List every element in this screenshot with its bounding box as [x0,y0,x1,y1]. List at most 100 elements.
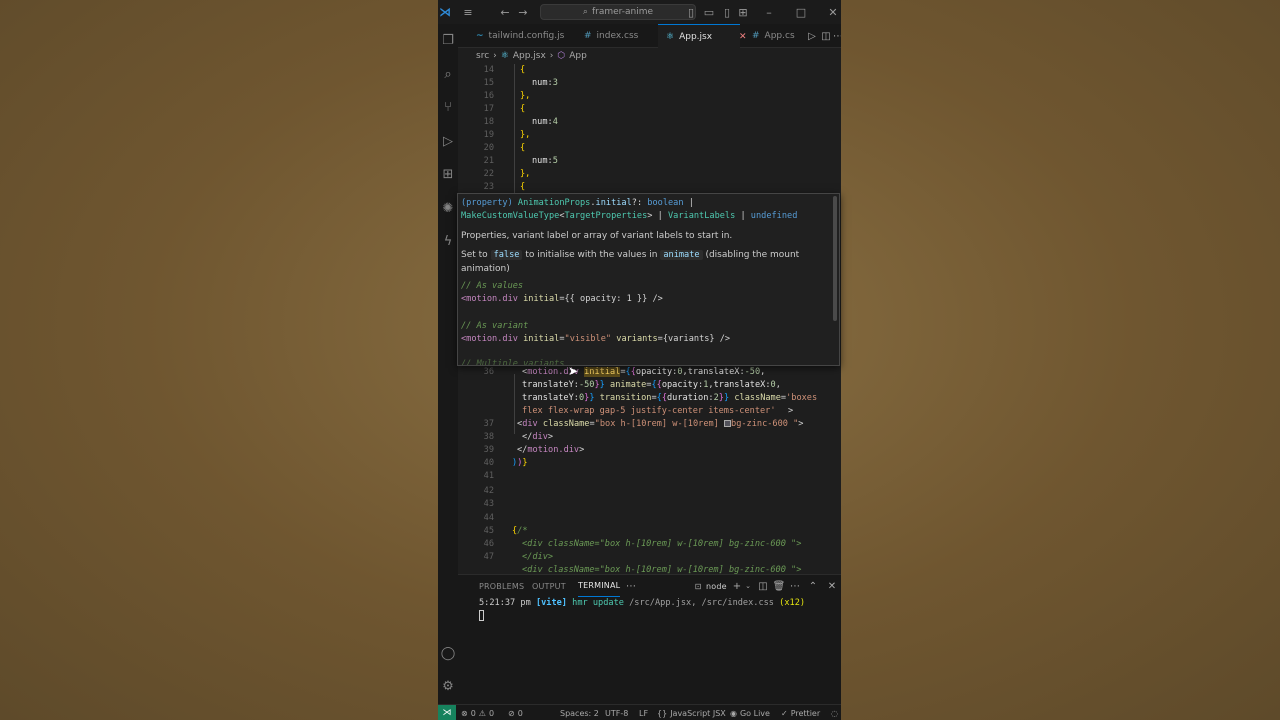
signature-token: > | [647,211,668,221]
more-panel-tabs-icon[interactable]: ⋯ [624,575,638,597]
minimize-icon[interactable]: – [762,0,776,24]
code-line: flex flex-wrap gap-5 justify-center item… [522,406,794,416]
line-number: 15 [483,78,494,88]
tab-app-css[interactable]: # App.cs [744,24,802,48]
chatgpt-icon[interactable]: ✺ [438,198,458,218]
settings-gear-icon[interactable]: ⚙ [438,676,458,696]
ports-count: 0 [517,708,523,718]
error-count: 0 [470,708,476,718]
hover-text: to initialise with the values in [525,250,658,260]
extensions-icon[interactable]: ⊞ [438,164,458,184]
terminal-message: hmr update [572,598,624,608]
line-number: 14 [483,65,494,75]
encoding-status[interactable]: UTF-8 [605,705,628,720]
line-number: 42 [483,486,494,496]
inline-code: animate [660,250,703,260]
editor-tabs: ~ tailwind.config.js # index.css ⚛ App.j… [458,24,841,48]
hover-scrollbar[interactable] [833,196,837,321]
line-number: 36 [483,367,494,377]
ports-icon: ⊘ [508,708,515,718]
ports-status[interactable]: ⊘ 0 [508,705,523,720]
line-number: 47 [483,552,494,562]
forward-arrow-icon[interactable]: → [516,0,530,24]
code-line: 39 </motion.div> [458,444,841,457]
breadcrumb: src › ⚛ App.jsx › ⬡ App [458,48,841,64]
explorer-icon[interactable]: ❐ [438,30,458,50]
tab-problems[interactable]: PROBLEMS [479,575,524,597]
signature-token: | [683,198,694,208]
line-number: 45 [483,526,494,536]
code-token: ={{ opacity: 1 }} /> [559,294,663,304]
error-icon: ⊗ [461,708,468,718]
code-line: 47 </div> [458,551,841,564]
language-mode-status[interactable]: {} JavaScript JSX [657,705,726,720]
notifications-bell-icon[interactable]: ◌ [831,705,838,720]
code-line: 43 [458,498,841,511]
code-line: 18 num:4 [458,116,841,129]
terminal-files: /src/App.jsx, /src/index.css [629,598,774,608]
react-file-icon: ⚛ [500,51,509,61]
back-arrow-icon[interactable]: ← [498,0,512,24]
maximize-icon[interactable]: □ [794,0,808,24]
split-terminal-icon[interactable]: ◫ [756,575,770,597]
symbol-icon: ⬡ [557,51,566,61]
command-center-search[interactable]: ⌕ framer-anime [540,4,696,20]
eol-status[interactable]: LF [639,705,648,720]
maximize-panel-icon[interactable]: ⌃ [806,575,820,597]
tab-label: App.cs [764,31,795,41]
code-token: variants [611,334,658,344]
code-line: 21 num:5 [458,155,841,168]
line-number: 18 [483,117,494,127]
remote-explorer-icon[interactable]: ϟ [438,231,458,251]
code-line: 45 {/* [458,525,841,538]
account-icon[interactable]: ◯ [438,643,458,663]
tab-terminal[interactable]: TERMINAL [578,575,621,597]
breadcrumb-symbol[interactable]: App [569,51,587,61]
code-line: <div className="box h-[10rem] w-[10rem] … [522,565,802,574]
terminal-time: 5:21:37 pm [479,598,531,608]
close-window-icon[interactable]: ✕ [826,0,840,24]
remote-indicator-icon[interactable]: ⋊ [438,705,456,720]
terminal-shell-name[interactable]: node [706,575,727,597]
prettier-status[interactable]: ✓ Prettier [781,705,820,720]
tab-label: tailwind.config.js [488,31,565,41]
terminal-cursor [479,610,484,621]
line-number: 43 [483,499,494,509]
hover-text: Set to [461,250,488,260]
tab-label: index.css [596,31,639,41]
check-icon: ✓ [781,708,788,718]
source-control-icon[interactable]: ⑂ [438,97,458,117]
tab-app-jsx[interactable]: ⚛ App.jsx ✕ [658,24,747,48]
search-activity-icon[interactable]: ⌕ [438,64,458,84]
toggle-secondary-sidebar-icon[interactable]: ▯ [720,0,734,24]
indentation-status[interactable]: Spaces: 2 [560,705,599,720]
menu-icon[interactable]: ≡ [460,0,476,24]
code-line: 22}, [458,168,841,181]
title-bar: ⋊ ≡ ← → ⌕ framer-anime ▯ ▭ ▯ ⊞ – □ ✕ [438,0,841,24]
chevron-down-icon[interactable]: ⌄ [741,575,755,597]
tab-label: App.jsx [679,31,713,42]
tab-tailwind-config[interactable]: ~ tailwind.config.js [468,24,568,48]
line-number: 16 [483,91,494,101]
breadcrumb-file[interactable]: App.jsx [513,51,546,61]
terminal-icon: ⊡ [694,581,702,591]
tab-output[interactable]: OUTPUT [532,575,566,597]
go-live-button[interactable]: ◉ Go Live [730,705,770,720]
run-debug-icon[interactable]: ▷ [438,131,458,151]
more-terminal-actions-icon[interactable]: ⋯ [788,575,802,597]
code-token: 4 [552,117,558,127]
tab-index-css[interactable]: # index.css [576,24,652,48]
code-token: initial [517,294,560,304]
close-panel-icon[interactable]: ✕ [825,575,839,597]
breadcrumb-folder[interactable]: src [476,51,489,61]
customize-layout-icon[interactable]: ⊞ [736,0,750,24]
toggle-panel-icon[interactable]: ▭ [702,0,716,24]
line-number: 41 [483,471,494,481]
line-number: 21 [483,156,494,166]
problems-status[interactable]: ⊗ 0 ⚠ 0 [461,705,494,720]
more-actions-icon[interactable]: ⋯ [830,24,841,48]
trash-icon[interactable]: 🗑 [772,575,786,597]
terminal-output-line: 5:21:37 pm [vite] hmr update /src/App.js… [479,598,805,608]
toggle-sidebar-icon[interactable]: ▯ [684,0,698,24]
inline-code: false [490,250,523,260]
